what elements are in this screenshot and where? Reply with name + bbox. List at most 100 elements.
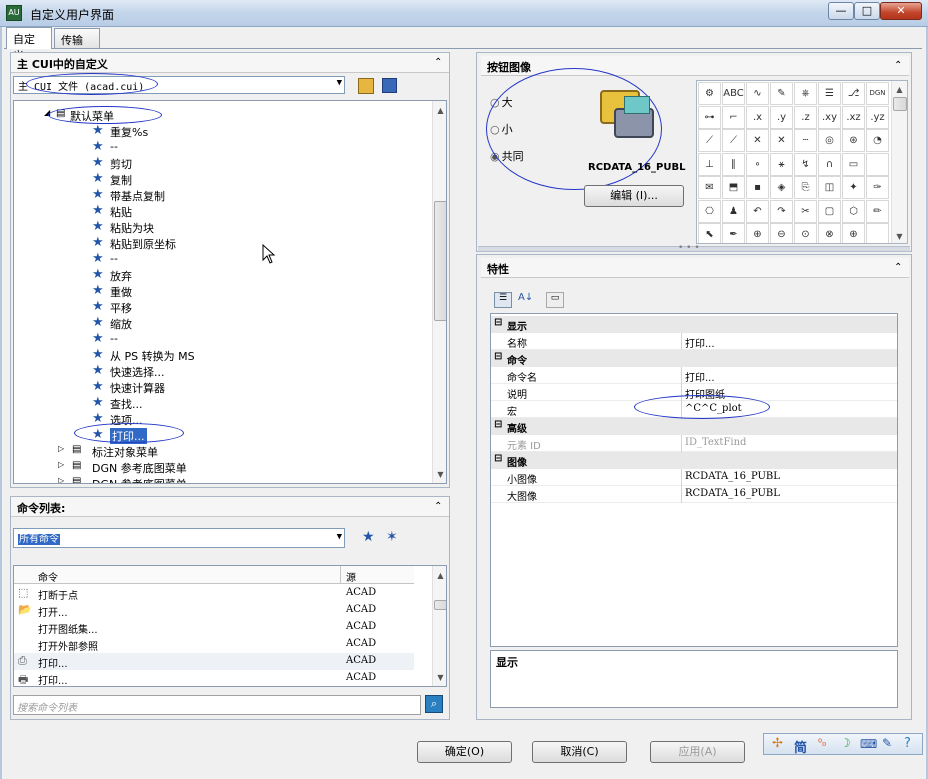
command-filter-combo[interactable]: 所有命令 ▼ bbox=[13, 528, 345, 548]
tab-transfer[interactable]: 传输 bbox=[54, 28, 100, 48]
grid-image-cell[interactable]: ⎈ bbox=[794, 82, 817, 105]
tree-item-command[interactable]: ★ -- bbox=[92, 331, 312, 347]
button-image-collapse-icon[interactable]: ⌃ bbox=[894, 60, 924, 71]
grid-image-cell[interactable]: ⊙ bbox=[794, 223, 817, 243]
property-value[interactable]: RCDATA_16_PUBL bbox=[685, 488, 780, 499]
scroll-up-icon[interactable]: ▲ bbox=[433, 103, 446, 118]
tree-item-dim-menu[interactable]: ▷ ▤ 标注对象菜单 bbox=[58, 443, 262, 459]
delete-command-icon[interactable]: ✶ bbox=[386, 529, 398, 545]
tree-item-command[interactable]: ★ 快速选择... bbox=[92, 363, 312, 379]
column-source[interactable]: 源 bbox=[346, 569, 356, 584]
grid-image-cell[interactable]: .z bbox=[794, 105, 817, 129]
grid-image-cell[interactable]: ♟ bbox=[722, 199, 745, 223]
grid-image-cell[interactable]: ↷ bbox=[770, 199, 793, 223]
property-row[interactable]: 小图像 RCDATA_16_PUBL bbox=[491, 469, 897, 486]
grid-image-cell[interactable]: .xz bbox=[842, 105, 865, 129]
ok-button[interactable]: 确定(O) bbox=[417, 741, 512, 763]
new-command-icon[interactable]: ★ bbox=[362, 529, 375, 545]
grid-image-cell[interactable]: ⎔ bbox=[698, 199, 721, 223]
tab-customize[interactable]: 自定义 bbox=[6, 27, 52, 62]
grid-image-cell[interactable]: ⬡ bbox=[842, 199, 865, 223]
grid-image-cell[interactable]: DGN bbox=[866, 82, 889, 105]
grid-image-cell[interactable]: ┄ bbox=[794, 129, 817, 152]
grid-image-cell[interactable]: ⊕ bbox=[842, 223, 865, 243]
splitter[interactable]: • • • bbox=[478, 243, 910, 253]
collapse-box-icon[interactable]: ⊟ bbox=[494, 317, 502, 328]
grid-image-cell[interactable] bbox=[866, 223, 889, 243]
tree-item-command[interactable]: ★ 缩放 bbox=[92, 315, 312, 331]
tree-item-command[interactable]: ★ 带基点复制 bbox=[92, 187, 312, 203]
command-row[interactable]: ⎙ 打印... ACAD bbox=[14, 653, 414, 670]
grid-image-cell[interactable]: ✎ bbox=[770, 82, 793, 105]
cancel-button[interactable]: 取消(C) bbox=[532, 741, 627, 763]
grid-image-cell[interactable]: ⌐ bbox=[722, 105, 745, 129]
property-value[interactable]: RCDATA_16_PUBL bbox=[685, 471, 780, 482]
command-row[interactable]: 打开外部参照 ACAD bbox=[14, 636, 414, 653]
property-pages-icon[interactable]: ▭ bbox=[546, 292, 564, 308]
grid-image-cell[interactable]: ▢ bbox=[818, 199, 841, 223]
ime-settings-icon[interactable]: ✎ bbox=[882, 736, 892, 750]
grid-image-cell[interactable]: ∥ bbox=[722, 152, 745, 176]
scroll-thumb[interactable] bbox=[434, 600, 446, 610]
command-search-input[interactable]: 搜索命令列表 bbox=[13, 695, 421, 715]
grid-image-cell[interactable]: ✦ bbox=[842, 176, 865, 199]
grid-image-cell[interactable]: .yz bbox=[866, 105, 889, 129]
grid-image-cell[interactable]: ⊕ bbox=[746, 223, 769, 243]
tree-item-command[interactable]: ★ 重做 bbox=[92, 283, 312, 299]
property-value[interactable]: 打印... bbox=[685, 335, 715, 350]
grid-image-cell[interactable]: ⊖ bbox=[770, 223, 793, 243]
open-cui-icon[interactable] bbox=[358, 78, 374, 94]
command-row[interactable]: 📂 打开... ACAD bbox=[14, 602, 414, 619]
scroll-up-icon[interactable]: ▲ bbox=[433, 568, 446, 583]
scroll-thumb[interactable] bbox=[893, 97, 907, 111]
grid-image-cell[interactable]: ∩ bbox=[818, 152, 841, 176]
property-category[interactable]: ⊟ 图像 bbox=[491, 452, 897, 469]
grid-image-cell[interactable]: .x bbox=[746, 105, 769, 129]
grid-image-cell[interactable]: ⟋ bbox=[722, 129, 745, 152]
grid-image-cell[interactable]: ✂ bbox=[794, 199, 817, 223]
tree-item-command[interactable]: ★ 从 PS 转换为 MS bbox=[92, 347, 312, 363]
grid-image-cell[interactable]: ✒ bbox=[722, 223, 745, 243]
grid-image-cell[interactable]: ↶ bbox=[746, 199, 769, 223]
edit-image-button[interactable]: 编辑 (I)... bbox=[584, 185, 684, 207]
grid-image-cell[interactable]: ◫ bbox=[818, 176, 841, 199]
grid-image-cell[interactable]: ⎘ bbox=[794, 176, 817, 199]
grid-image-cell[interactable]: ⚙ bbox=[698, 82, 721, 105]
grid-image-cell[interactable]: .y bbox=[770, 105, 793, 129]
property-category[interactable]: ⊟ 命令 bbox=[491, 350, 897, 367]
command-scrollbar[interactable]: ▲ ▼ bbox=[432, 566, 446, 686]
search-icon[interactable]: ⌕ bbox=[425, 695, 443, 713]
property-row[interactable]: 元素 ID ID_TextFind bbox=[491, 435, 897, 452]
tree-item-command[interactable]: ★ 放弃 bbox=[92, 267, 312, 283]
grid-image-cell[interactable]: ✑ bbox=[866, 176, 889, 199]
maximize-button[interactable]: □ bbox=[854, 2, 880, 20]
alphabetical-icon[interactable]: A↓ bbox=[518, 292, 536, 308]
property-row[interactable]: 大图像 RCDATA_16_PUBL bbox=[491, 486, 897, 503]
tree-item-command[interactable]: ★ 快速计算器 bbox=[92, 379, 312, 395]
command-row[interactable]: 打开图纸集... ACAD bbox=[14, 619, 414, 636]
tree-item-command[interactable]: ★ 复制 bbox=[92, 171, 312, 187]
collapse-box-icon[interactable]: ⊟ bbox=[494, 453, 502, 464]
grid-image-cell[interactable]: ✕ bbox=[770, 129, 793, 152]
grid-image-cell[interactable]: ✏ bbox=[866, 199, 889, 223]
command-row[interactable]: 🖶 打印... ACAD bbox=[14, 670, 414, 686]
grid-image-cell[interactable]: ∘ bbox=[746, 152, 769, 176]
tree-item-command[interactable]: ★ 查找... bbox=[92, 395, 312, 411]
tree-item-command[interactable]: ★ 粘贴到原坐标 bbox=[92, 235, 312, 251]
collapse-box-icon[interactable]: ⊟ bbox=[494, 351, 502, 362]
grid-image-cell[interactable]: ⎇ bbox=[842, 82, 865, 105]
grid-scrollbar[interactable]: ▲ ▼ bbox=[891, 81, 907, 243]
grid-image-cell[interactable]: ⚹ bbox=[770, 152, 793, 176]
grid-image-cell[interactable]: ◈ bbox=[770, 176, 793, 199]
grid-image-cell[interactable]: ⊥ bbox=[698, 152, 721, 176]
grid-image-cell[interactable]: ∿ bbox=[746, 82, 769, 105]
scroll-down-icon[interactable]: ▼ bbox=[892, 229, 907, 243]
grid-image-cell[interactable]: ◎ bbox=[818, 129, 841, 152]
tree-item-command[interactable]: ★ 剪切 bbox=[92, 155, 312, 171]
grid-image-cell[interactable]: ⊗ bbox=[818, 223, 841, 243]
grid-image-cell[interactable]: ▪ bbox=[746, 176, 769, 199]
scroll-up-icon[interactable]: ▲ bbox=[892, 82, 907, 97]
collapse-box-icon[interactable]: ⊟ bbox=[494, 419, 502, 430]
scroll-thumb[interactable] bbox=[434, 201, 446, 321]
grid-image-cell[interactable]: ↯ bbox=[794, 152, 817, 176]
